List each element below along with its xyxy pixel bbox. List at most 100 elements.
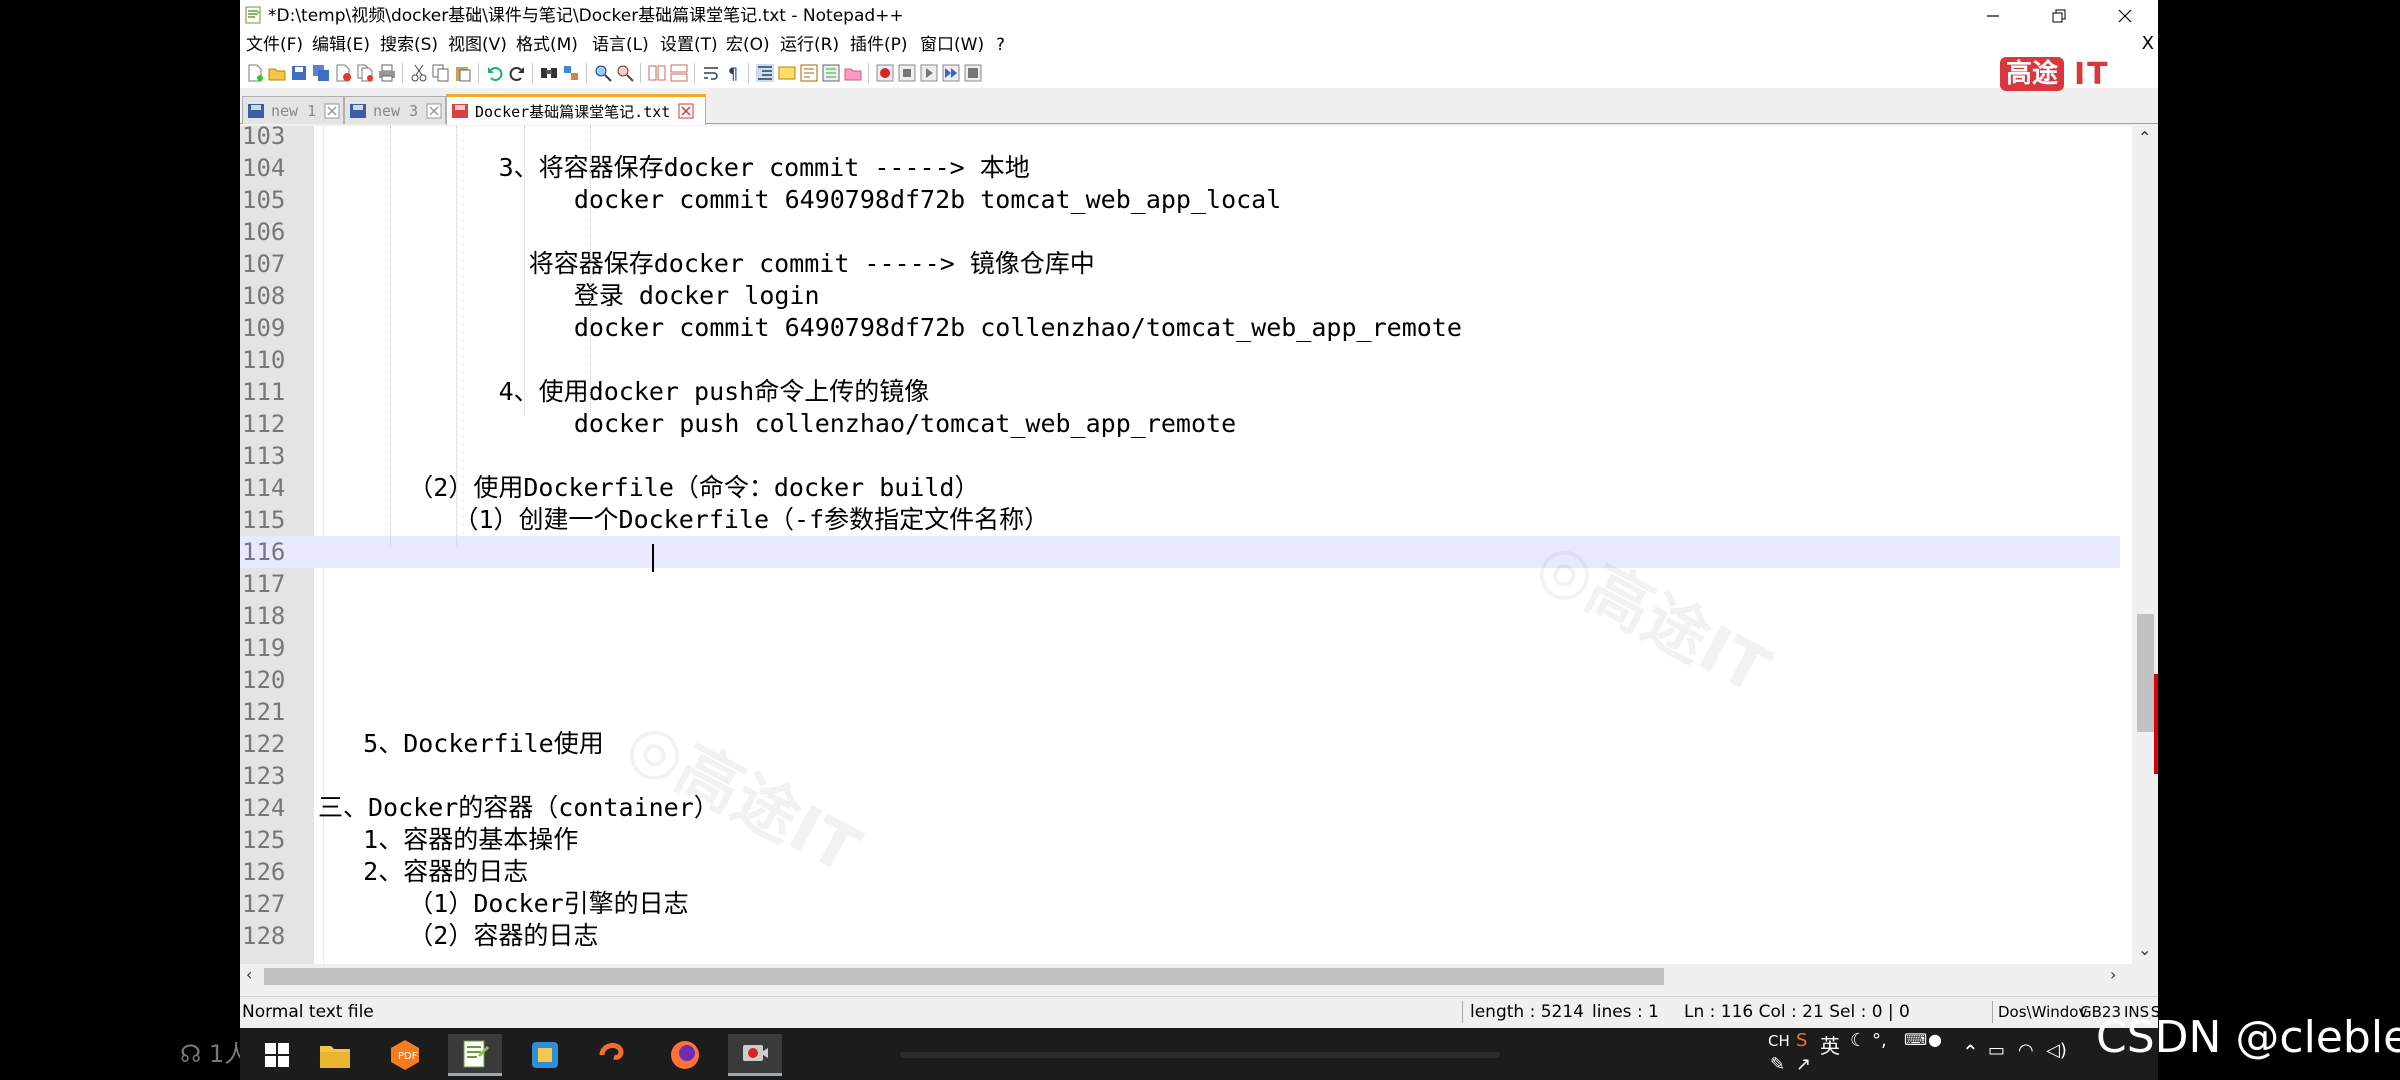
scroll-left-icon[interactable]: ‹	[246, 965, 252, 984]
text-editor[interactable]: 103 104 3、将容器保存docker commit -----> 本地 105…	[240, 126, 2158, 964]
editor-line[interactable]: 110	[240, 344, 2120, 376]
tray-language[interactable]: 英	[1820, 1030, 1840, 1059]
wrench-icon[interactable]: ✎	[1770, 1054, 1785, 1075]
menu-format[interactable]: 格式(M)	[516, 34, 578, 56]
horizontal-scrollbar[interactable]: ‹ ›	[240, 964, 2158, 988]
undo-icon[interactable]	[486, 64, 504, 82]
run-macro-multiple-icon[interactable]	[942, 64, 960, 82]
function-list-icon[interactable]	[822, 64, 840, 82]
word-wrap-icon[interactable]	[702, 64, 720, 82]
share-icon[interactable]: ↗	[1796, 1054, 1811, 1075]
paste-icon[interactable]	[454, 64, 472, 82]
open-file-icon[interactable]	[268, 64, 286, 82]
play-macro-icon[interactable]	[920, 64, 938, 82]
close-tab-icon[interactable]	[426, 103, 442, 119]
taskbar-firefox[interactable]	[658, 1034, 712, 1076]
close-file-icon[interactable]	[334, 64, 352, 82]
editor-line[interactable]: 114 （2）使用Dockerfile（命令：docker build）	[240, 472, 2120, 504]
sync-vertical-icon[interactable]	[648, 64, 666, 82]
start-button[interactable]	[250, 1034, 304, 1076]
scroll-down-icon[interactable]: ⌄	[2138, 940, 2151, 959]
sogou-ime-icon[interactable]: S	[1796, 1030, 1807, 1051]
redo-icon[interactable]	[508, 64, 526, 82]
tab-docker-notes[interactable]: Docker基础篇课堂笔记.txt	[446, 94, 706, 125]
editor-line[interactable]: 109 docker commit 6490798df72b collenzha…	[240, 312, 2120, 344]
tab-new-3[interactable]: new 3	[344, 96, 446, 124]
show-all-characters-icon[interactable]: ¶	[724, 64, 742, 82]
zoom-in-icon[interactable]	[594, 64, 612, 82]
menu-language[interactable]: 语言(L)	[592, 34, 649, 56]
menu-macro[interactable]: 宏(O)	[726, 34, 770, 56]
cut-icon[interactable]	[410, 64, 428, 82]
zoom-out-icon[interactable]	[616, 64, 634, 82]
editor-line[interactable]: 118	[240, 600, 2120, 632]
print-icon[interactable]	[378, 64, 396, 82]
doc-map-icon[interactable]	[800, 64, 818, 82]
menu-view[interactable]: 视图(V)	[448, 34, 507, 56]
indent-guide-icon[interactable]	[756, 64, 774, 82]
tray-expand-icon[interactable]: ⌃	[1962, 1040, 1979, 1064]
vertical-scroll-thumb[interactable]	[2137, 614, 2154, 732]
restore-button[interactable]	[2026, 0, 2092, 32]
volume-icon[interactable]: ◁)	[2046, 1040, 2067, 1061]
editor-line[interactable]: 117	[240, 568, 2120, 600]
save-macro-icon[interactable]	[964, 64, 982, 82]
tab-new-1[interactable]: new 1	[242, 96, 344, 124]
battery-icon[interactable]: ▭	[1988, 1040, 2005, 1061]
taskbar-recorder[interactable]	[728, 1034, 782, 1076]
editor-line[interactable]: 104 3、将容器保存docker commit -----> 本地	[240, 152, 2120, 184]
record-macro-icon[interactable]	[876, 64, 894, 82]
user-icon[interactable]: ●	[1928, 1030, 1942, 1049]
editor-line[interactable]: 127 （1）Docker引擎的日志	[240, 888, 2120, 920]
horizontal-scroll-thumb[interactable]	[264, 968, 1664, 985]
editor-line[interactable]: 108 登录 docker login	[240, 280, 2120, 312]
editor-line[interactable]: 123	[240, 760, 2120, 792]
tray-symbols[interactable]: °,	[1872, 1030, 1887, 1051]
new-file-icon[interactable]	[246, 64, 264, 82]
close-all-icon[interactable]	[356, 64, 374, 82]
menu-window[interactable]: 窗口(W)	[920, 34, 984, 56]
editor-line[interactable]: 124 三、Docker的容器（container）	[240, 792, 2120, 824]
scroll-up-icon[interactable]: ⌃	[2138, 128, 2151, 147]
editor-line[interactable]: 107 将容器保存docker commit -----> 镜像仓库中	[240, 248, 2120, 280]
editor-line[interactable]: 115 （1）创建一个Dockerfile（-f参数指定文件名称）	[240, 504, 2120, 536]
editor-line[interactable]: 125 1、容器的基本操作	[240, 824, 2120, 856]
editor-line[interactable]: 116	[240, 536, 2120, 568]
editor-line[interactable]: 103	[240, 126, 2120, 152]
moon-icon[interactable]: ☾	[1850, 1030, 1866, 1051]
editor-line[interactable]: 105 docker commit 6490798df72b tomcat_we…	[240, 184, 2120, 216]
menu-run[interactable]: 运行(R)	[780, 34, 839, 56]
editor-line[interactable]: 128 （2）容器的日志	[240, 920, 2120, 952]
close-button[interactable]	[2092, 0, 2158, 32]
taskbar-browser-swirl[interactable]	[588, 1034, 642, 1076]
save-icon[interactable]	[290, 64, 308, 82]
menu-search[interactable]: 搜索(S)	[380, 34, 438, 56]
copy-icon[interactable]	[432, 64, 450, 82]
menu-help[interactable]: ?	[996, 34, 1005, 56]
sync-horizontal-icon[interactable]	[670, 64, 688, 82]
folder-workspace-icon[interactable]	[844, 64, 862, 82]
title-bar[interactable]: *D:\temp\视频\docker基础\课件与笔记\Docker基础篇课堂笔记…	[240, 0, 2158, 32]
minimize-button[interactable]	[1960, 0, 2026, 32]
taskbar-app[interactable]	[518, 1034, 572, 1076]
replace-icon[interactable]	[562, 64, 580, 82]
stop-macro-icon[interactable]	[898, 64, 916, 82]
vertical-scrollbar[interactable]: ⌃ ⌄	[2132, 126, 2158, 964]
close-document-button[interactable]: X	[2142, 33, 2154, 54]
taskbar-explorer[interactable]	[308, 1034, 362, 1076]
taskbar-pdf-app[interactable]: PDF	[378, 1034, 432, 1076]
menu-file[interactable]: 文件(F)	[246, 34, 303, 56]
editor-line[interactable]: 122 5、Dockerfile使用	[240, 728, 2120, 760]
menu-settings[interactable]: 设置(T)	[660, 34, 718, 56]
editor-line[interactable]: 121	[240, 696, 2120, 728]
wifi-icon[interactable]: ◠	[2018, 1040, 2034, 1061]
save-all-icon[interactable]	[312, 64, 330, 82]
editor-line[interactable]: 106	[240, 216, 2120, 248]
taskbar-notepadpp[interactable]	[448, 1034, 502, 1076]
editor-line[interactable]: 119	[240, 632, 2120, 664]
close-tab-icon[interactable]	[324, 103, 340, 119]
keyboard-icon[interactable]: ⌨	[1904, 1030, 1927, 1049]
editor-line[interactable]: 113	[240, 440, 2120, 472]
user-language-icon[interactable]	[778, 64, 796, 82]
tray-ime-indicator[interactable]: CH	[1768, 1032, 1790, 1050]
